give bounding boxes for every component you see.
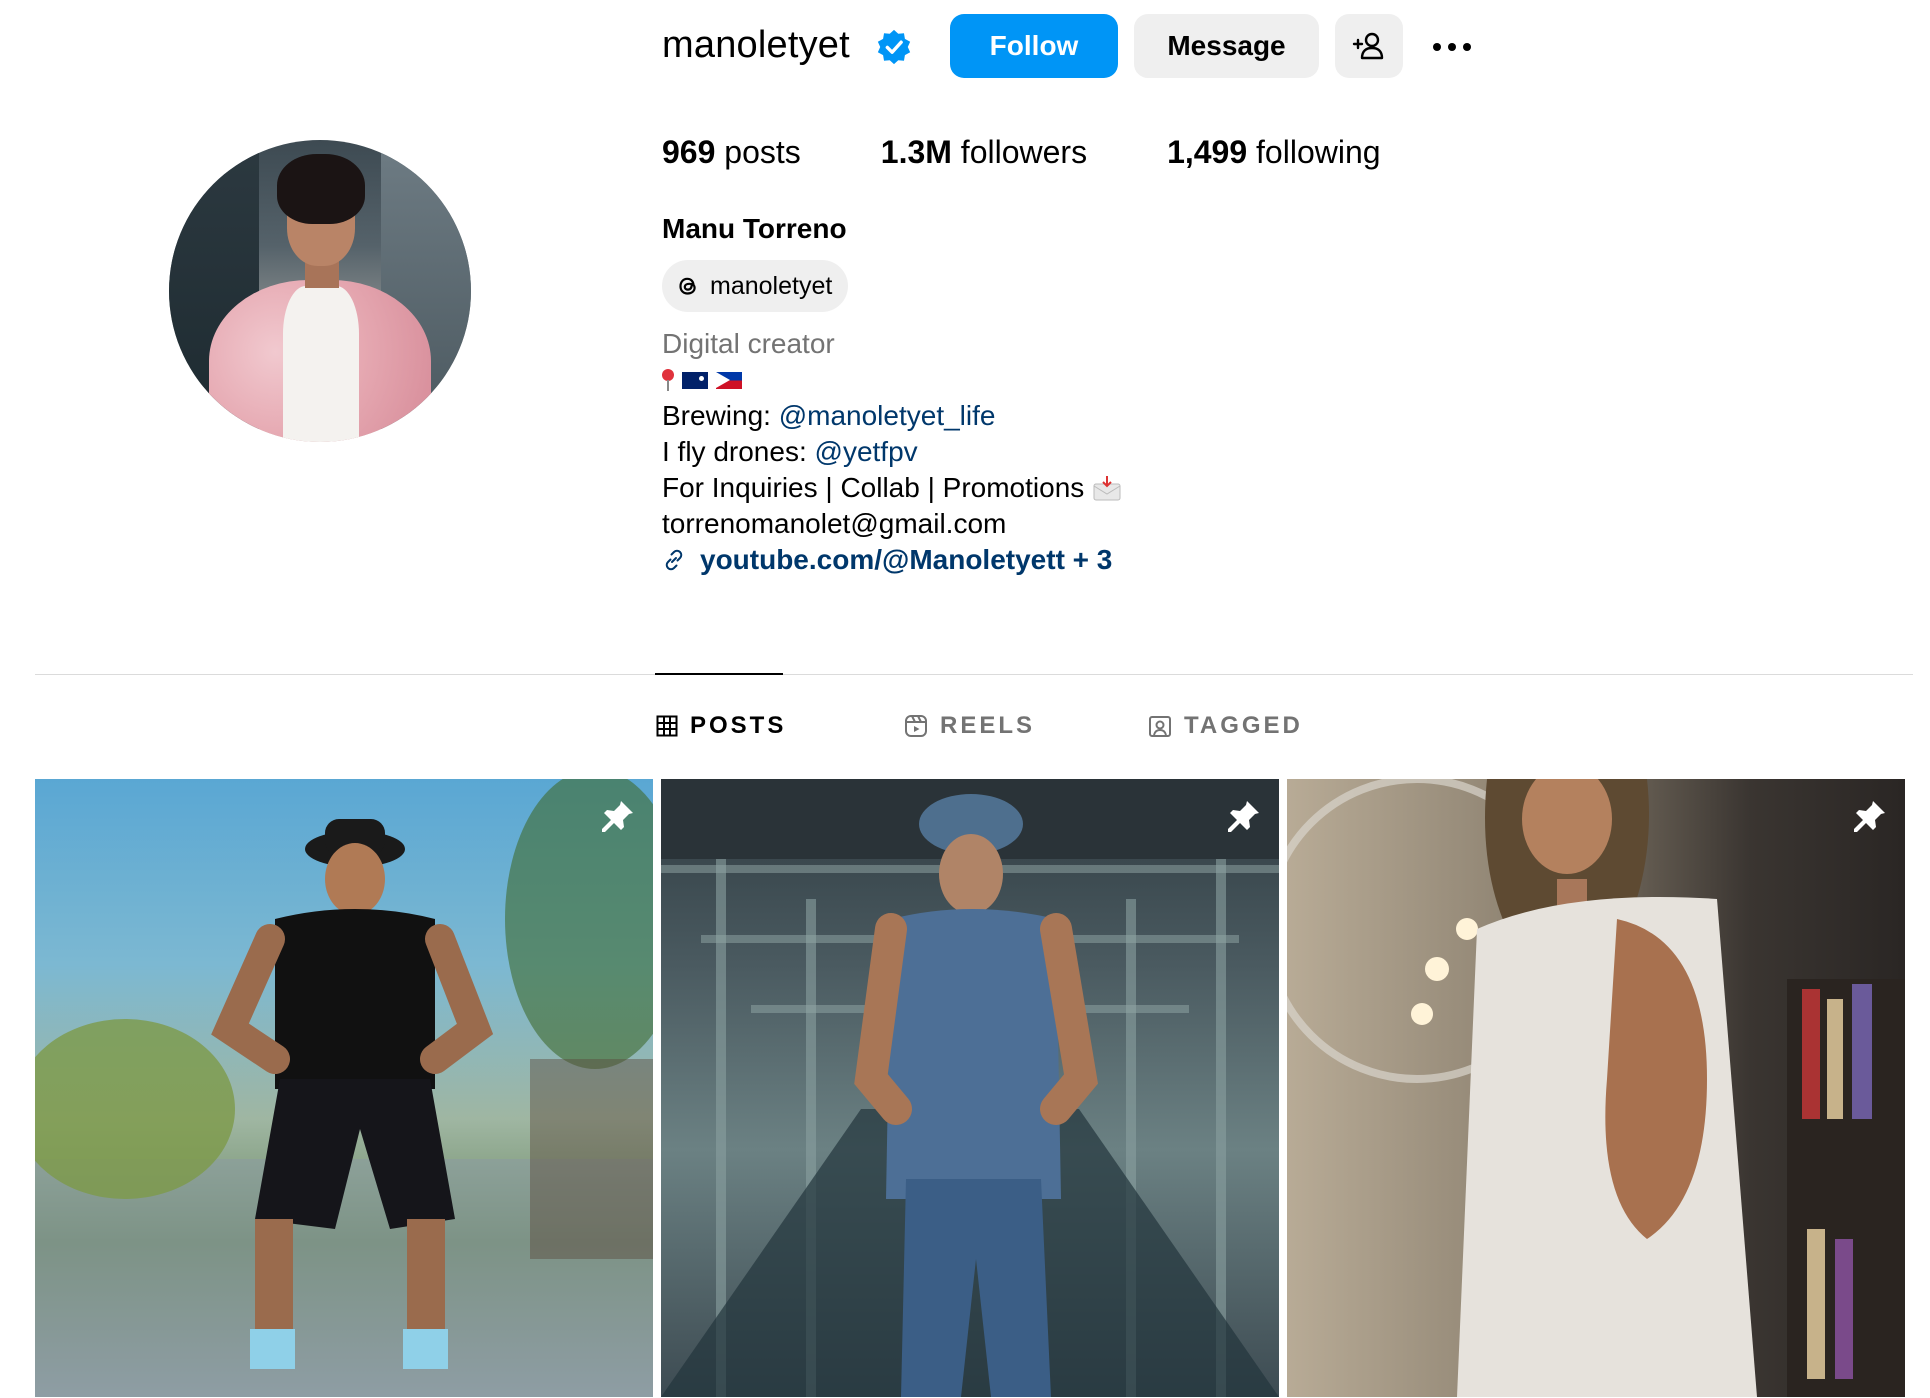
bio-email: torrenomanolet@gmail.com xyxy=(662,508,1007,539)
post-image-2 xyxy=(661,779,1279,1397)
active-tab-indicator xyxy=(655,673,783,675)
external-link-text: youtube.com/@Manoletyett + 3 xyxy=(700,544,1113,575)
tab-posts[interactable]: POSTS xyxy=(656,712,786,740)
tab-tagged[interactable]: TAGGED xyxy=(1148,712,1303,740)
following-count-value: 1,499 xyxy=(1167,134,1248,170)
grid-icon xyxy=(656,715,678,737)
australia-flag-icon xyxy=(682,371,708,389)
following-link[interactable]: 1,499 following xyxy=(1167,134,1380,171)
profile-username: manoletyet xyxy=(662,24,850,66)
message-button[interactable]: Message xyxy=(1134,14,1319,78)
follow-button[interactable]: Follow xyxy=(950,14,1118,78)
tagged-icon xyxy=(1149,716,1171,737)
more-options-icon[interactable] xyxy=(1424,30,1480,64)
threads-icon xyxy=(679,277,696,295)
tab-reels[interactable]: REELS xyxy=(904,712,1035,740)
post-image-3 xyxy=(1287,779,1905,1397)
bio-brewing-line: Brewing: @manoletyet_life xyxy=(662,398,1122,434)
reels-icon xyxy=(905,715,927,737)
pin-icon xyxy=(1228,801,1259,832)
tabs-divider xyxy=(35,674,1913,675)
posts-count-value: 969 xyxy=(662,134,716,170)
bio-brewing-text: Brewing: xyxy=(662,400,779,431)
profile-full-name: Manu Torreno xyxy=(662,213,847,244)
suggest-users-button[interactable] xyxy=(1335,14,1403,78)
profile-avatar[interactable] xyxy=(169,140,471,442)
post-thumbnail-3[interactable] xyxy=(1287,779,1905,1397)
round-pushpin-icon xyxy=(662,369,674,391)
bio-inquiries-line: For Inquiries | Collab | Promotions xyxy=(662,470,1122,506)
mention-manoletyet-life[interactable]: @manoletyet_life xyxy=(779,400,996,431)
followers-count-label: followers xyxy=(960,134,1088,170)
add-user-icon xyxy=(1352,32,1384,60)
pin-icon xyxy=(1854,801,1885,832)
envelope-arrow-icon xyxy=(1093,476,1121,501)
following-count-label: following xyxy=(1256,134,1381,170)
external-link[interactable]: youtube.com/@Manoletyett + 3 xyxy=(662,542,1122,578)
threads-handle: manoletyet xyxy=(710,271,833,300)
mention-yetfpv[interactable]: @yetfpv xyxy=(815,436,918,467)
post-image-1 xyxy=(35,779,653,1397)
bio-drones-line: I fly drones: @yetfpv xyxy=(662,434,1122,470)
philippines-flag-icon xyxy=(716,371,742,389)
threads-badge[interactable]: manoletyet xyxy=(662,260,849,312)
post-thumbnail-1[interactable] xyxy=(35,779,653,1397)
bio-emoji-line xyxy=(662,362,1122,398)
profile-bio: Digital creator Brewing: @manoletyet_lif… xyxy=(662,326,1122,578)
bio-drones-text: I fly drones: xyxy=(662,436,815,467)
tab-posts-label: POSTS xyxy=(690,712,787,739)
verified-badge-icon xyxy=(877,29,911,65)
link-icon xyxy=(665,549,683,571)
pin-icon xyxy=(602,801,633,832)
followers-count-value: 1.3M xyxy=(880,134,952,170)
post-thumbnail-2[interactable] xyxy=(661,779,1279,1397)
bio-inquiries-text: For Inquiries | Collab | Promotions xyxy=(662,472,1085,503)
posts-count-label: posts xyxy=(724,134,801,170)
profile-stats: 969 posts 1.3M followers 1,499 following xyxy=(662,134,1461,171)
followers-link[interactable]: 1.3M followers xyxy=(881,134,1087,171)
profile-category: Digital creator xyxy=(662,328,835,359)
tab-tagged-label: TAGGED xyxy=(1184,712,1303,739)
tab-reels-label: REELS xyxy=(940,712,1036,739)
posts-count: 969 posts xyxy=(662,134,801,171)
